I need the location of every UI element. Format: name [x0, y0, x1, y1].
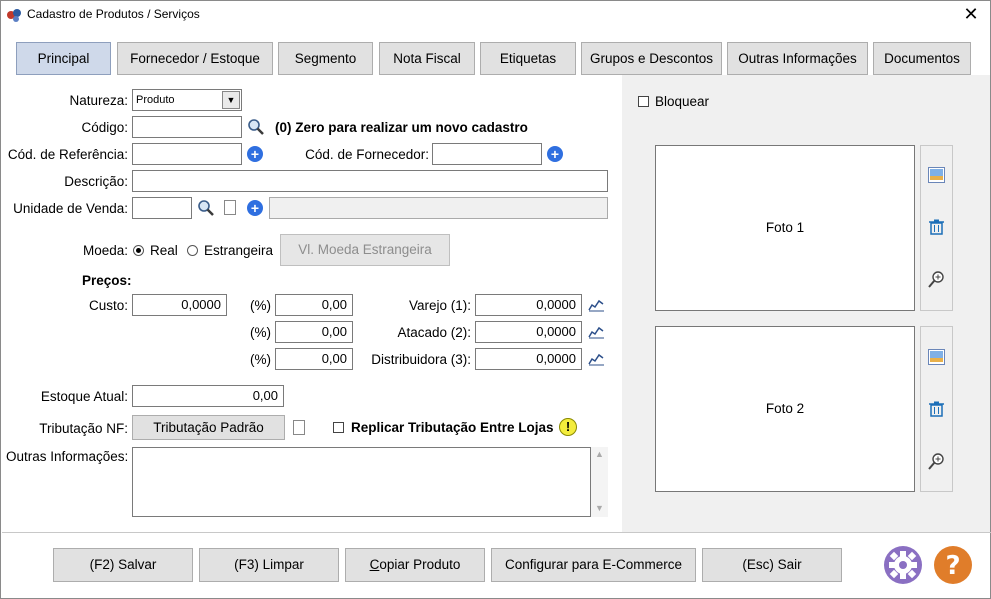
replicar-tributacao-checkbox[interactable]	[333, 422, 344, 433]
tab-principal[interactable]: Principal	[16, 42, 111, 75]
descricao-label: Descrição:	[64, 174, 128, 189]
codigo-hint: (0) Zero para realizar um novo cadastro	[275, 120, 528, 135]
configurar-ecommerce-button[interactable]: Configurar para E-Commerce	[491, 548, 696, 582]
window-title: Cadastro de Produtos / Serviços	[27, 7, 200, 21]
outras-informacoes-label: Outras Informações:	[6, 449, 129, 464]
photo-1-toolbar	[920, 145, 953, 311]
chevron-down-icon[interactable]: ▼	[222, 91, 240, 109]
help-icon[interactable]: ?	[933, 545, 973, 585]
pct-input[interactable]: 0,00	[275, 294, 353, 316]
close-icon[interactable]: ✕	[960, 3, 982, 25]
bloquear-label: Bloquear	[655, 94, 710, 109]
pct-label: (%)	[250, 352, 271, 367]
moeda-estrangeira-radio[interactable]	[187, 245, 198, 256]
pct-label: (%)	[250, 298, 271, 313]
price-chart-icon[interactable]	[588, 298, 605, 312]
codigo-input[interactable]	[132, 116, 242, 138]
estoque-atual-input[interactable]: 0,00	[132, 385, 284, 407]
cod-referencia-label: Cód. de Referência:	[7, 147, 128, 162]
custo-input[interactable]: 0,0000	[132, 294, 227, 316]
zoom-in-icon[interactable]	[928, 453, 945, 470]
price-chart-icon[interactable]	[588, 325, 605, 339]
codigo-label: Código:	[81, 120, 128, 135]
search-icon[interactable]	[247, 118, 265, 136]
replicar-tributacao-label: Replicar Tributação Entre Lojas	[351, 420, 554, 435]
atacado-label: Atacado (2):	[397, 325, 471, 340]
tab-nota-fiscal[interactable]: Nota Fiscal	[379, 42, 475, 75]
unidade-venda-label: Unidade de Venda:	[13, 201, 128, 216]
tributacao-label: Tributação NF:	[39, 421, 128, 436]
image-icon[interactable]	[928, 349, 945, 365]
zoom-in-icon[interactable]	[928, 271, 945, 288]
photo-2-frame[interactable]: Foto 2	[655, 326, 915, 492]
limpar-button[interactable]: (F3) Limpar	[199, 548, 339, 582]
trash-icon[interactable]	[929, 401, 944, 417]
vl-moeda-estrangeira-button[interactable]: Vl. Moeda Estrangeira	[280, 234, 450, 266]
cod-referencia-input[interactable]	[132, 143, 242, 165]
add-unidade-icon[interactable]: +	[247, 200, 263, 216]
tab-grupos-descontos[interactable]: Grupos e Descontos	[581, 42, 722, 75]
photo-2-toolbar	[920, 326, 953, 492]
gear-icon[interactable]	[883, 545, 923, 585]
cod-fornecedor-label: Cód. de Fornecedor:	[305, 147, 429, 162]
pct-input[interactable]: 0,00	[275, 348, 353, 370]
price-chart-icon[interactable]	[588, 352, 605, 366]
tab-fornecedor-estoque[interactable]: Fornecedor / Estoque	[117, 42, 273, 75]
add-referencia-icon[interactable]: +	[247, 146, 263, 162]
salvar-button[interactable]: (F2) Salvar	[53, 548, 193, 582]
pct-input[interactable]: 0,00	[275, 321, 353, 343]
app-icon	[7, 9, 21, 22]
outras-informacoes-textarea[interactable]	[132, 447, 591, 517]
bottom-separator	[2, 532, 991, 533]
sair-button[interactable]: (Esc) Sair	[702, 548, 842, 582]
varejo-input[interactable]: 0,0000	[475, 294, 582, 316]
search-icon[interactable]	[197, 199, 215, 217]
cod-fornecedor-input[interactable]	[432, 143, 542, 165]
natureza-label: Natureza:	[69, 93, 128, 108]
precos-heading: Preços:	[82, 273, 132, 288]
photo-2-label: Foto 2	[765, 401, 805, 416]
unidade-venda-input[interactable]	[132, 197, 192, 219]
photo-1-label: Foto 1	[765, 220, 805, 235]
moeda-real-label: Real	[150, 243, 178, 258]
tab-outras-informacoes[interactable]: Outras Informações	[727, 42, 868, 75]
tributacao-padrao-button[interactable]: Tributação Padrão	[132, 415, 285, 440]
window: Cadastro de Produtos / Serviços ✕ Princi…	[0, 0, 991, 599]
photo-1-frame[interactable]: Foto 1	[655, 145, 915, 311]
atacado-input[interactable]: 0,0000	[475, 321, 582, 343]
estoque-atual-label: Estoque Atual:	[40, 389, 128, 404]
trash-icon[interactable]	[929, 219, 944, 235]
image-icon[interactable]	[928, 167, 945, 183]
custo-label: Custo:	[88, 298, 128, 313]
bloquear-checkbox[interactable]	[638, 96, 649, 107]
copiar-produto-button[interactable]: Copiar Produto	[345, 548, 485, 582]
descricao-input[interactable]	[132, 170, 608, 192]
natureza-value: Produto	[136, 94, 175, 106]
pct-label: (%)	[250, 325, 271, 340]
document-icon[interactable]	[293, 420, 305, 435]
moeda-estrangeira-label: Estrangeira	[204, 243, 274, 258]
moeda-label: Moeda:	[82, 243, 128, 258]
warning-icon[interactable]: !	[559, 418, 577, 436]
scroll-down-icon[interactable]: ▼	[595, 503, 604, 513]
tab-etiquetas[interactable]: Etiquetas	[480, 42, 576, 75]
svg-text:?: ?	[945, 551, 960, 581]
title-bar: Cadastro de Produtos / Serviços ✕	[1, 1, 990, 29]
natureza-select[interactable]: Produto ▼	[132, 89, 242, 111]
distribuidora-input[interactable]: 0,0000	[475, 348, 582, 370]
textarea-scrollbar[interactable]: ▲ ▼	[591, 447, 608, 517]
tab-segmento[interactable]: Segmento	[278, 42, 373, 75]
distribuidora-label: Distribuidora (3):	[371, 352, 471, 367]
scroll-up-icon[interactable]: ▲	[595, 449, 604, 459]
unidade-descricao-field	[269, 197, 608, 219]
add-fornecedor-icon[interactable]: +	[547, 146, 563, 162]
document-icon[interactable]	[224, 200, 236, 215]
tab-documentos[interactable]: Documentos	[873, 42, 971, 75]
moeda-real-radio[interactable]	[133, 245, 144, 256]
varejo-label: Varejo (1):	[408, 298, 471, 313]
